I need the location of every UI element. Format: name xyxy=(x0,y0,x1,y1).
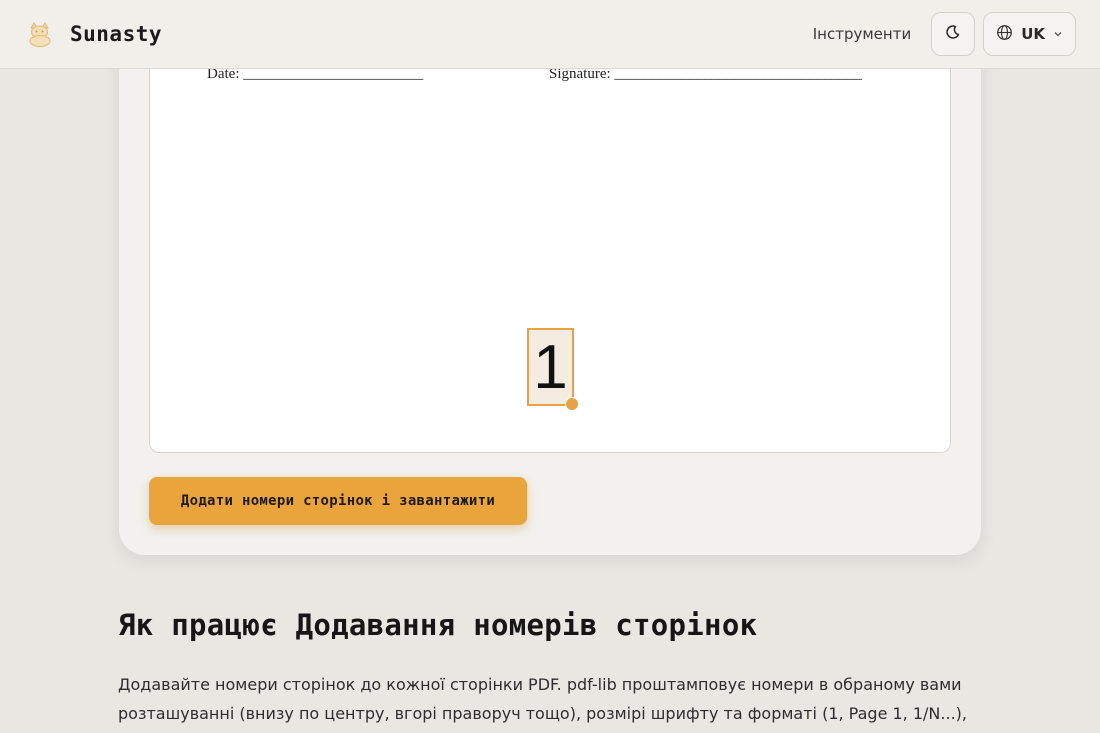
page-number-stamp[interactable]: 1 xyxy=(527,328,574,406)
brand-name: Sunasty xyxy=(70,22,163,46)
section-description: Додавайте номери сторінок до кожної стор… xyxy=(118,675,967,723)
brand[interactable]: Sunasty xyxy=(24,18,162,50)
theme-toggle-button[interactable] xyxy=(931,12,976,56)
add-page-numbers-download-button[interactable]: Додати номери сторінок і завантажити xyxy=(149,477,527,525)
tool-card: Date: ________________________ Signature… xyxy=(119,20,981,555)
section-title: Як працює Додавання номерів сторінок xyxy=(118,608,758,642)
chevron-down-icon xyxy=(1053,25,1063,43)
moon-icon xyxy=(945,24,961,44)
pdf-page-preview: Date: ________________________ Signature… xyxy=(149,20,951,453)
language-label: UK xyxy=(1021,25,1045,43)
language-select[interactable]: UK xyxy=(983,12,1076,56)
header-actions: Інструменти UK xyxy=(813,12,1076,56)
globe-icon xyxy=(996,24,1013,45)
resize-handle[interactable] xyxy=(565,397,579,411)
nav-tools-link[interactable]: Інструменти xyxy=(813,25,911,43)
top-header: Sunasty Інструменти UK xyxy=(0,0,1100,69)
cat-logo-icon xyxy=(24,18,56,50)
